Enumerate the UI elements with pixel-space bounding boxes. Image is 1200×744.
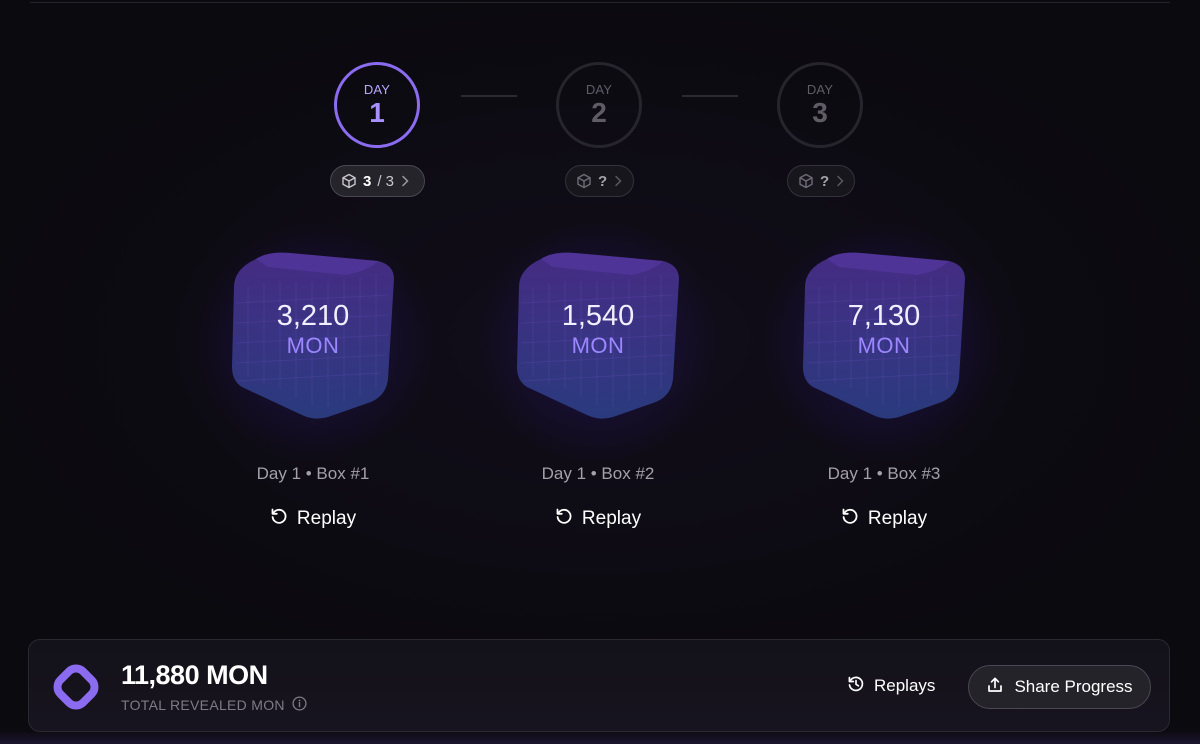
monad-logo-icon [51, 662, 101, 712]
history-icon [847, 675, 865, 698]
chevron-right-icon [835, 175, 845, 187]
day-number: 3 [812, 96, 828, 128]
step-connector [461, 95, 517, 97]
replay-icon [841, 507, 859, 531]
step-connector [682, 95, 738, 97]
replay-icon [270, 507, 288, 531]
chevron-right-icon [613, 175, 623, 187]
day-label: DAY [585, 81, 613, 97]
box-caption-1: Day 1 • Box #1 [256, 464, 370, 483]
replay-button-1[interactable]: Replay [193, 505, 433, 533]
chevron-right-icon [400, 175, 410, 187]
box-value: 1,540 [561, 300, 635, 332]
summary-bar: 11,880 MON TOTAL REVEALED MON Replays Sh… [28, 639, 1170, 732]
page: DAY 1 DAY 2 DAY 3 3 / 3 ? ? 3,210 MON 1,… [0, 0, 1200, 744]
footer-glow [0, 730, 1200, 744]
day-3-box-count[interactable]: ? [787, 165, 855, 197]
info-icon[interactable] [292, 696, 307, 714]
replay-label: Replay [867, 508, 928, 529]
day-step-1[interactable]: DAY 1 [334, 62, 420, 148]
box-caption-3: Day 1 • Box #3 [827, 464, 941, 483]
replays-button[interactable]: Replays [847, 673, 935, 699]
box-unit: MON [857, 333, 911, 358]
replay-label: Replay [581, 508, 642, 529]
replay-button-3[interactable]: Replay [764, 505, 1004, 533]
replay-button-2[interactable]: Replay [478, 505, 718, 533]
day-step-3[interactable]: DAY 3 [777, 62, 863, 148]
day-number: 2 [591, 96, 607, 128]
box-card-1[interactable]: 3,210 MON [193, 222, 433, 462]
share-icon [986, 676, 1004, 699]
day-label: DAY [363, 81, 391, 97]
total-label-text: TOTAL REVEALED MON [121, 697, 285, 713]
cube-icon [341, 173, 357, 189]
box-card-3[interactable]: 7,130 MON [764, 222, 1004, 462]
replay-label: Replay [296, 508, 357, 529]
share-label: Share Progress [1014, 677, 1133, 696]
day-number: 1 [369, 96, 385, 128]
day-2-box-count[interactable]: ? [565, 165, 634, 197]
share-progress-button[interactable]: Share Progress [968, 665, 1151, 709]
replay-icon [555, 507, 573, 531]
total-revealed-label: TOTAL REVEALED MON [121, 696, 307, 714]
total-revealed-value: 11,880 MON [121, 660, 268, 690]
box-unit: MON [286, 333, 340, 358]
box-count-current: ? [820, 172, 830, 190]
top-divider [30, 2, 1170, 3]
box-count-current: ? [598, 172, 608, 190]
box-value: 3,210 [276, 300, 350, 332]
day-step-2[interactable]: DAY 2 [556, 62, 642, 148]
cube-icon [576, 173, 592, 189]
box-card-2[interactable]: 1,540 MON [478, 222, 718, 462]
day-label: DAY [806, 81, 834, 97]
box-value: 7,130 [847, 300, 921, 332]
box-unit: MON [571, 333, 625, 358]
replays-label: Replays [874, 676, 936, 695]
box-count-total: / 3 [377, 172, 395, 190]
cube-icon [798, 173, 814, 189]
day-1-box-count[interactable]: 3 / 3 [330, 165, 425, 197]
box-count-current: 3 [363, 172, 372, 190]
box-caption-2: Day 1 • Box #2 [541, 464, 655, 483]
